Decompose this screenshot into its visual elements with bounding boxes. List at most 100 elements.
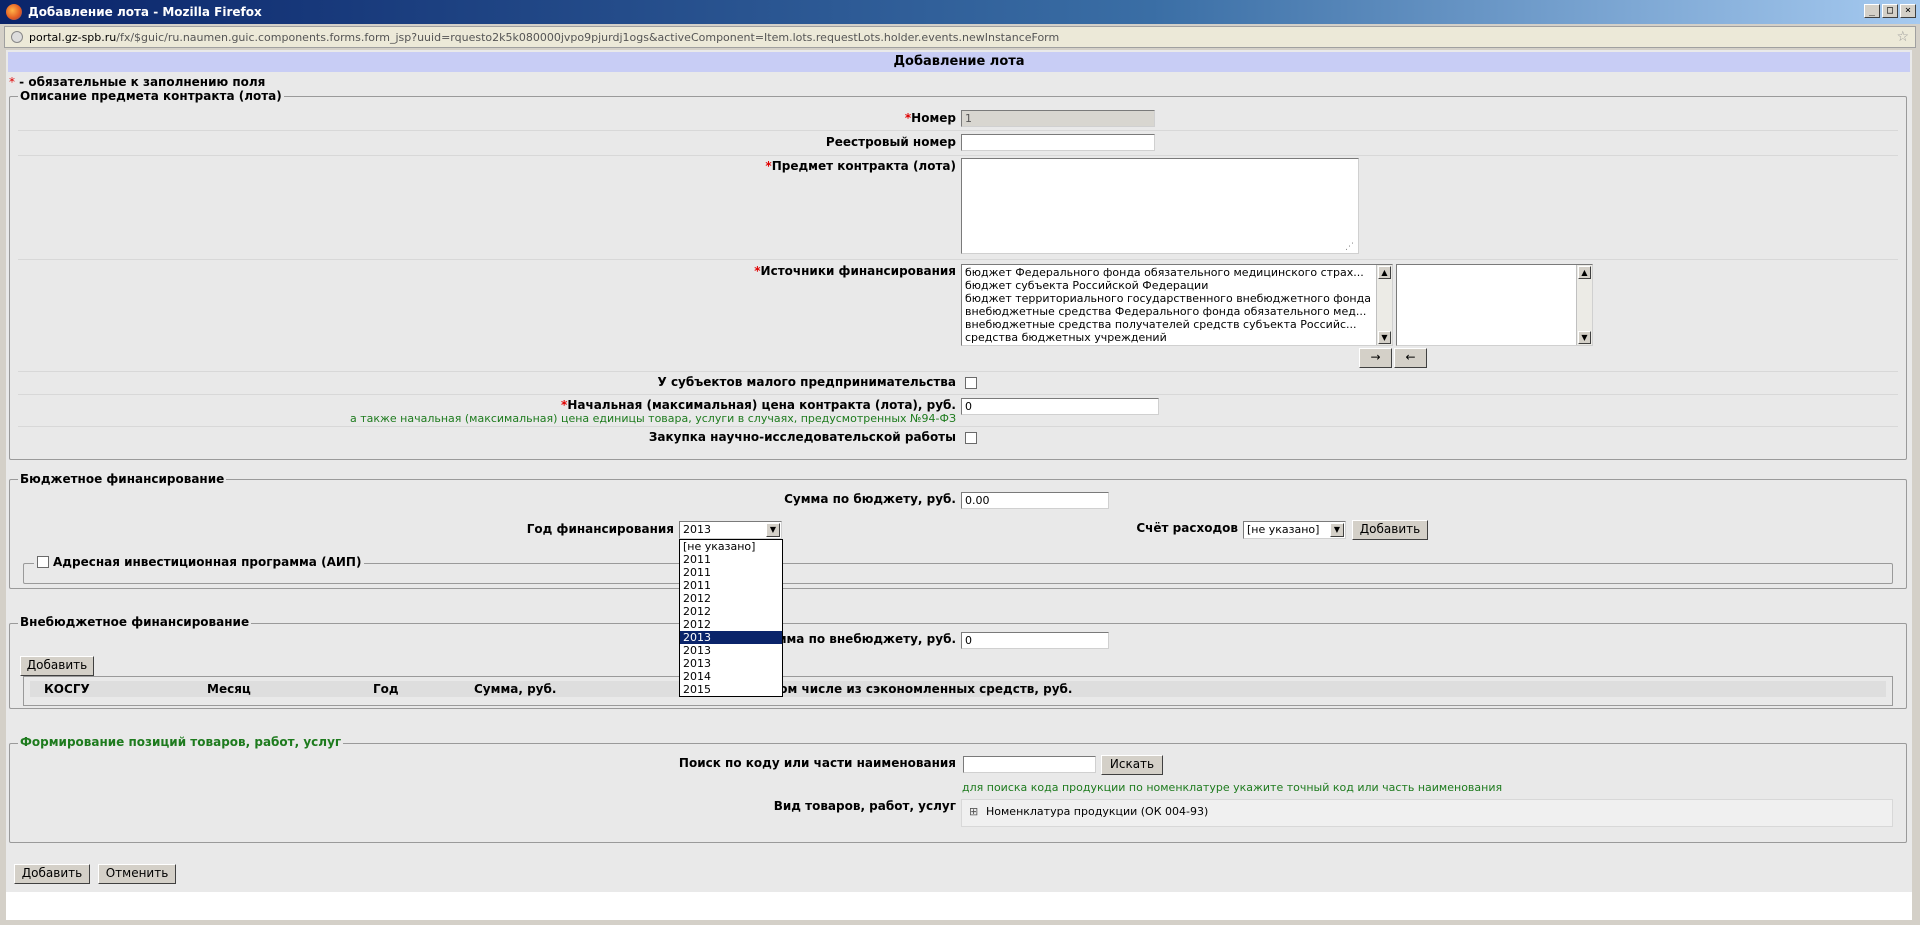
selected-sources-scrollbar[interactable]: ▲ ▼ xyxy=(1576,265,1592,345)
expense-account-label: Счёт расходов xyxy=(1136,521,1238,535)
budget-sum-field[interactable]: 0.00 xyxy=(961,492,1109,509)
window-titlebar: Добавление лота - Mozilla Firefox xyxy=(0,0,1920,24)
cancel-button[interactable]: Отменить xyxy=(98,864,176,884)
move-right-button[interactable]: → xyxy=(1359,348,1392,368)
resize-grip-icon[interactable]: ⋰ xyxy=(1345,242,1354,252)
financing-year-option[interactable]: 2012 xyxy=(680,592,782,605)
funding-source-option[interactable]: внебюджетные средства получателей средст… xyxy=(962,318,1376,331)
url-host: portal.gz-spb.ru xyxy=(29,30,117,44)
budget-funding-legend: Бюджетное финансирование xyxy=(18,472,227,486)
funding-source-option[interactable]: бюджет территориального государственного… xyxy=(962,292,1376,305)
window-title: Добавление лота - Mozilla Firefox xyxy=(28,5,262,19)
number-field: 1 xyxy=(961,110,1155,127)
search-hint: для поиска кода продукции по номенклатур… xyxy=(962,781,1503,794)
nomenclature-tree: ⊞ Номенклатура продукции (ОК 004-93) xyxy=(961,799,1893,827)
financing-year-option[interactable]: 2011 xyxy=(680,566,782,579)
financing-year-label: Год финансирования xyxy=(526,522,674,536)
registry-number-field[interactable] xyxy=(961,134,1155,151)
financing-year-option[interactable]: [не указано] xyxy=(680,540,782,553)
page-title: Добавление лота xyxy=(8,52,1910,72)
lot-description-legend: Описание предмета контракта (лота) xyxy=(18,89,284,103)
chevron-down-icon[interactable]: ▼ xyxy=(766,523,780,537)
divider xyxy=(18,371,1898,372)
financing-year-option[interactable]: 2011 xyxy=(680,579,782,592)
url-path: /fx/$guic/ru.naumen.guic.components.form… xyxy=(116,30,1060,44)
funding-source-option[interactable]: бюджет субъекта Российской Федерации xyxy=(962,279,1376,292)
subject-textarea[interactable] xyxy=(961,158,1359,254)
divider xyxy=(18,426,1898,427)
scroll-up-icon[interactable]: ▲ xyxy=(1378,266,1391,279)
initial-price-note: а также начальная (максимальная) цена ед… xyxy=(349,412,956,425)
aip-checkbox[interactable] xyxy=(37,556,49,568)
divider xyxy=(18,155,1898,156)
page-bottom-area xyxy=(6,892,1912,920)
column-header-month: Месяц xyxy=(207,682,251,696)
expand-plus-icon[interactable]: ⊞ xyxy=(969,805,978,818)
close-button[interactable]: × xyxy=(1900,4,1916,18)
expense-account-select[interactable]: [не указано] ▼ xyxy=(1243,521,1346,539)
funding-sources-list[interactable]: бюджет Федерального фонда обязательного … xyxy=(961,264,1393,346)
research-purchase-checkbox[interactable] xyxy=(965,432,977,444)
footer-add-button[interactable]: Добавить xyxy=(14,864,90,884)
column-header-sum: Сумма, руб. xyxy=(474,682,557,696)
initial-price-field[interactable]: 0 xyxy=(961,398,1159,415)
bookmark-star-icon[interactable]: ☆ xyxy=(1896,29,1909,45)
offbudget-add-button[interactable]: Добавить xyxy=(20,656,94,676)
funding-source-option[interactable]: внебюджетные средства Федерального фонда… xyxy=(962,305,1376,318)
offbudget-funding-legend: Внебюджетное финансирование xyxy=(18,615,252,629)
minimize-button[interactable]: _ xyxy=(1864,4,1880,18)
aip-legend: Адресная инвестиционная программа (АИП) xyxy=(34,555,365,569)
financing-year-option[interactable]: 2012 xyxy=(680,618,782,631)
financing-year-option[interactable]: 2012 xyxy=(680,605,782,618)
research-purchase-label: Закупка научно-исследовательской работы xyxy=(648,430,956,444)
small-business-checkbox[interactable] xyxy=(965,377,977,389)
address-bar[interactable]: portal.gz-spb.ru/fx/$guic/ru.naumen.guic… xyxy=(4,26,1916,48)
funding-sources-label: *Источники финансирования xyxy=(754,264,956,278)
funding-source-option[interactable]: средства бюджетных учреждений xyxy=(962,331,1376,344)
window-controls: _ □ × xyxy=(1864,4,1916,18)
selected-sources-list[interactable]: ▲ ▼ xyxy=(1396,264,1593,346)
financing-year-select[interactable]: 2013 ▼ xyxy=(679,521,782,539)
financing-year-option[interactable]: 2015 xyxy=(680,683,782,696)
divider xyxy=(18,130,1898,131)
site-identity-icon[interactable] xyxy=(11,31,23,43)
subject-label: *Предмет контракта (лота) xyxy=(765,159,956,173)
chevron-down-icon[interactable]: ▼ xyxy=(1330,523,1344,537)
nomenclature-tree-item[interactable]: Номенклатура продукции (ОК 004-93) xyxy=(986,805,1208,818)
financing-year-option[interactable]: 2014 xyxy=(680,670,782,683)
required-note: * - обязательные к заполнению поля xyxy=(9,75,266,89)
funding-source-option[interactable]: бюджет Федерального фонда обязательного … xyxy=(962,266,1376,279)
offbudget-sum-label: Сумма по внебюджету, руб. xyxy=(760,632,956,646)
firefox-icon xyxy=(6,4,22,20)
financing-year-option[interactable]: 2013 xyxy=(680,657,782,670)
column-header-kosgu: КОСГУ xyxy=(44,682,90,696)
initial-price-label: *Начальная (максимальная) цена контракта… xyxy=(561,398,956,412)
scroll-down-icon[interactable]: ▼ xyxy=(1578,331,1591,344)
financing-year-option[interactable]: 2013 xyxy=(680,644,782,657)
goods-kind-label: Вид товаров, работ, услуг xyxy=(773,799,956,813)
scroll-up-icon[interactable]: ▲ xyxy=(1578,266,1591,279)
lot-description-section xyxy=(9,96,1907,460)
search-button[interactable]: Искать xyxy=(1101,755,1163,775)
budget-sum-label: Сумма по бюджету, руб. xyxy=(784,492,956,506)
financing-year-dropdown[interactable]: [не указано] 2011 2011 2011 2012 2012 2012 2013… xyxy=(679,539,783,697)
registry-number-label: Реестровый номер xyxy=(825,135,956,149)
maximize-button[interactable]: □ xyxy=(1882,4,1898,18)
budget-add-button[interactable]: Добавить xyxy=(1352,520,1428,540)
column-header-saved-funds: В том числе из сэкономленных средств, ру… xyxy=(759,682,1073,696)
offbudget-sum-field[interactable]: 0 xyxy=(961,632,1109,649)
divider xyxy=(18,394,1898,395)
offbudget-table: КОСГУ Месяц Год Сумма, руб. В том числе … xyxy=(23,676,1893,706)
search-label: Поиск по коду или части наименования xyxy=(678,756,956,770)
column-header-year: Год xyxy=(373,682,399,696)
search-input[interactable] xyxy=(963,756,1096,773)
financing-year-option[interactable]: 2011 xyxy=(680,553,782,566)
small-business-label: У субъектов малого предпринимательства xyxy=(657,375,956,389)
positions-legend: Формирование позиций товаров, работ, усл… xyxy=(18,735,344,749)
financing-year-option[interactable]: 2013 xyxy=(680,631,782,644)
move-left-button[interactable]: ← xyxy=(1394,348,1427,368)
number-label: *Номер xyxy=(904,111,956,125)
scroll-down-icon[interactable]: ▼ xyxy=(1378,331,1391,344)
positions-section xyxy=(9,743,1907,843)
funding-sources-scrollbar[interactable]: ▲ ▼ xyxy=(1376,265,1392,345)
